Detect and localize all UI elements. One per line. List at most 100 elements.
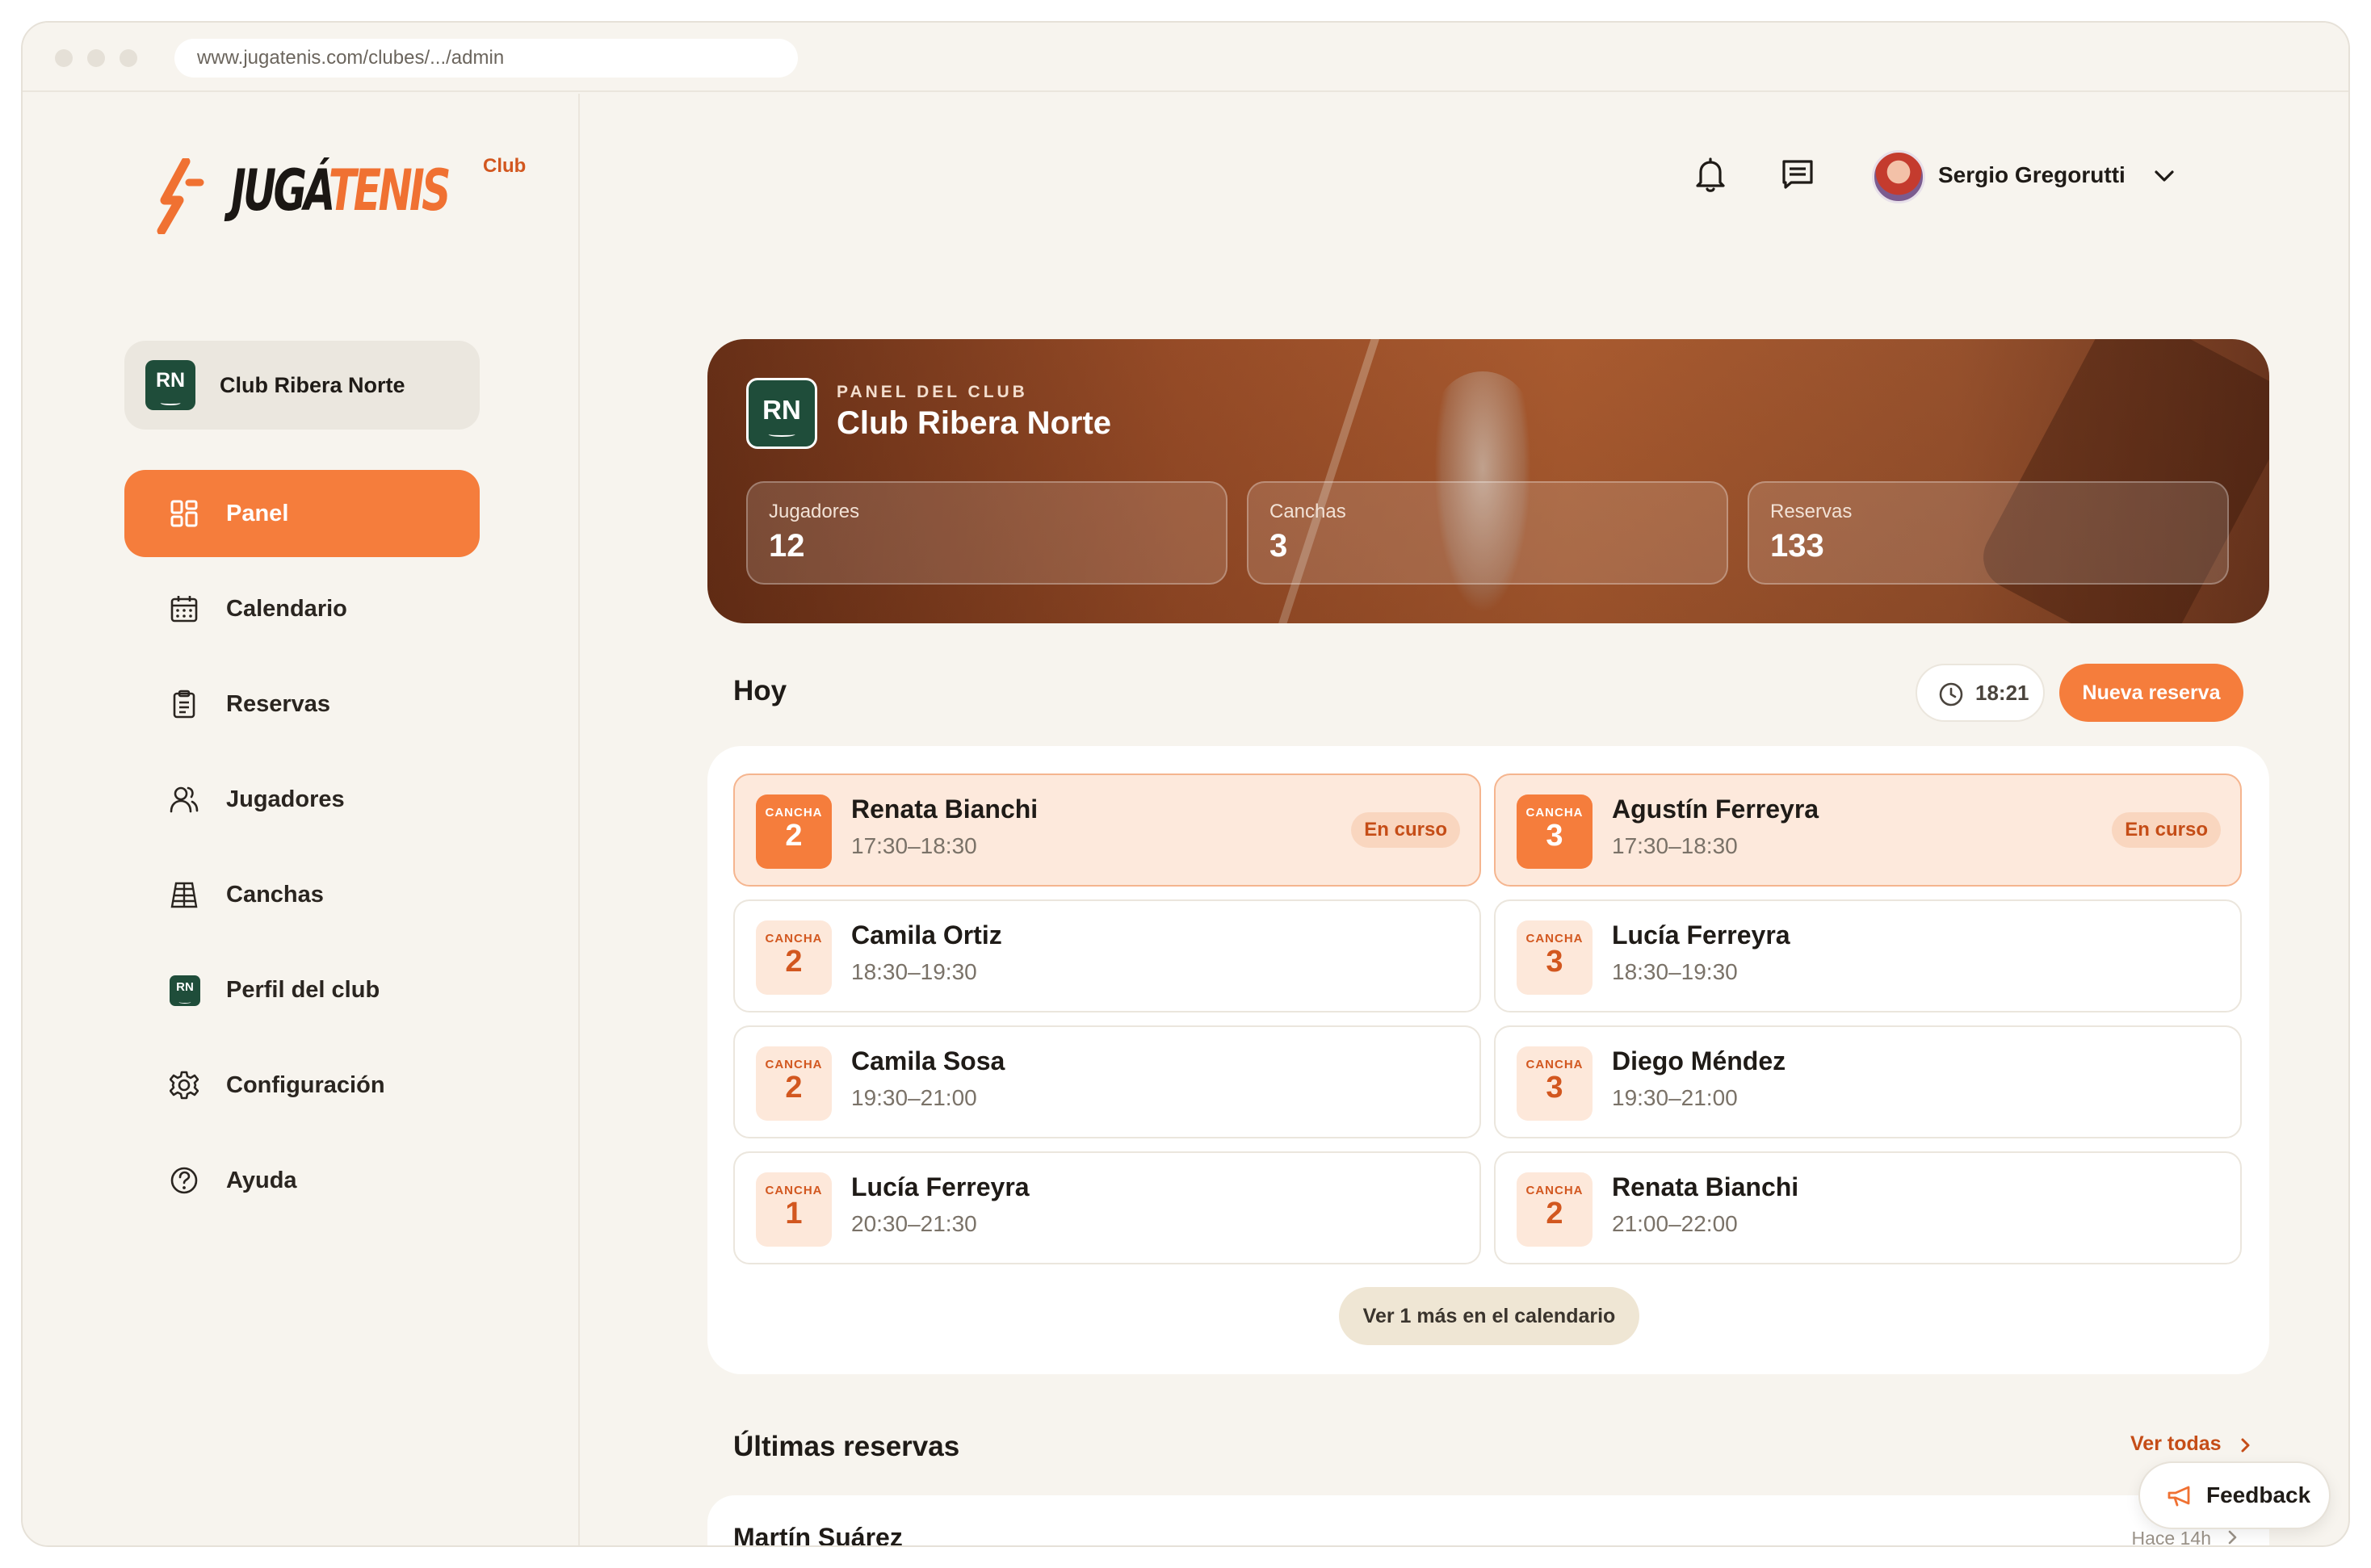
sidebar-item-configuracion[interactable]: Configuración xyxy=(124,1042,480,1129)
court-tag: CANCHA 2 xyxy=(756,794,832,869)
feedback-button[interactable]: Feedback xyxy=(2138,1461,2331,1529)
messages-button[interactable] xyxy=(1777,153,1819,195)
new-booking-button[interactable]: Nueva reserva xyxy=(2059,664,2243,722)
booking-player: Camila Ortiz xyxy=(851,920,1002,950)
booking-time: 18:30–19:30 xyxy=(1612,959,1738,984)
stat-card-jugadores[interactable]: Jugadores 12 xyxy=(746,481,1227,585)
sidebar-item-perfil-del-club[interactable]: RN Perfil del club xyxy=(124,946,480,1033)
booking-time: 19:30–21:00 xyxy=(1612,1085,1738,1110)
address-bar[interactable]: www.jugatenis.com/clubes/.../admin xyxy=(174,39,798,78)
window-close-dot[interactable] xyxy=(55,49,73,67)
stat-value: 3 xyxy=(1269,528,1288,564)
calendar-icon xyxy=(170,596,198,623)
booking-player: Diego Méndez xyxy=(1612,1046,1786,1075)
booking-card[interactable]: CANCHA 2 Camila Sosa 19:30–21:00 xyxy=(733,1025,1481,1138)
see-all-label: Ver todas xyxy=(2130,1432,2222,1455)
status-badge: En curso xyxy=(1351,812,1460,848)
sidebar-item-panel[interactable]: Panel xyxy=(124,470,480,557)
bell-icon xyxy=(1696,157,1725,192)
booking-card[interactable]: CANCHA 3 Lucía Ferreyra 18:30–19:30 xyxy=(1494,899,2242,1012)
main-content: Sergio Gregorutti RN PANEL DEL CLUB Club… xyxy=(581,94,2348,1547)
latest-booking-time: Hace 14h xyxy=(2131,1528,2211,1547)
window-minimize-dot[interactable] xyxy=(87,49,105,67)
booking-time: 17:30–18:30 xyxy=(851,833,977,858)
club-hero-banner: RN PANEL DEL CLUB Club Ribera Norte Juga… xyxy=(707,339,2269,623)
grid-icon xyxy=(170,500,198,527)
see-more-in-calendar-button[interactable]: Ver 1 más en el calendario xyxy=(1339,1287,1639,1345)
help-icon xyxy=(170,1167,198,1194)
hero-club-name: Club Ribera Norte xyxy=(837,405,1112,441)
see-all-link[interactable]: Ver todas xyxy=(2130,1432,2250,1456)
gear-icon xyxy=(170,1071,199,1100)
latest-bookings-title: Últimas reservas xyxy=(733,1431,960,1462)
sidebar-item-label: Ayuda xyxy=(226,1168,297,1193)
booking-player: Camila Sosa xyxy=(851,1046,1005,1075)
sidebar-item-calendario[interactable]: Calendario xyxy=(124,565,480,652)
window-zoom-dot[interactable] xyxy=(120,49,137,67)
booking-card[interactable]: CANCHA 1 Lucía Ferreyra 20:30–21:30 xyxy=(733,1151,1481,1264)
feedback-label: Feedback xyxy=(2206,1482,2311,1507)
sidebar-item-canchas[interactable]: Canchas xyxy=(124,851,480,938)
stat-card-canchas[interactable]: Canchas 3 xyxy=(1247,481,1728,585)
browser-window: www.jugatenis.com/clubes/.../admin JUGÁT… xyxy=(21,21,2350,1547)
chevron-down-icon[interactable] xyxy=(2153,166,2176,186)
court-icon xyxy=(170,882,198,908)
chevron-right-icon xyxy=(2228,1530,2237,1545)
today-title: Hoy xyxy=(733,675,787,706)
booking-card[interactable]: CANCHA 3 Agustín Ferreyra 17:30–18:30 En … xyxy=(1494,774,2242,887)
court-tag: CANCHA 1 xyxy=(756,1172,832,1247)
users-icon xyxy=(170,786,199,813)
booking-player: Lucía Ferreyra xyxy=(851,1172,1030,1201)
court-tag: CANCHA 3 xyxy=(1517,920,1593,995)
latest-booking-player: Martín Suárez xyxy=(733,1523,903,1547)
booking-card[interactable]: CANCHA 3 Diego Méndez 19:30–21:00 xyxy=(1494,1025,2242,1138)
court-tag: CANCHA 2 xyxy=(756,1046,832,1121)
logo-club-tag: Club xyxy=(483,155,527,177)
notifications-button[interactable] xyxy=(1689,153,1731,195)
stat-label: Jugadores xyxy=(769,501,860,522)
booking-card[interactable]: CANCHA 2 Renata Bianchi 21:00–22:00 xyxy=(1494,1151,2242,1264)
club-selector-name: Club Ribera Norte xyxy=(220,373,405,397)
sidebar-item-label: Configuración xyxy=(226,1072,385,1098)
latest-bookings-list: Martín Suárez Hace 14h xyxy=(707,1495,2269,1547)
booking-player: Renata Bianchi xyxy=(851,794,1039,824)
sidebar-item-reservas[interactable]: Reservas xyxy=(124,660,480,748)
court-tag: CANCHA 2 xyxy=(1517,1172,1593,1247)
current-time-pill: 18:21 xyxy=(1916,664,2045,722)
avatar[interactable] xyxy=(1872,150,1925,203)
sidebar-item-label: Reservas xyxy=(226,691,330,717)
clock-icon xyxy=(1939,682,1963,706)
booking-card[interactable]: CANCHA 2 Camila Ortiz 18:30–19:30 xyxy=(733,899,1481,1012)
stat-card-reservas[interactable]: Reservas 133 xyxy=(1748,481,2229,585)
stat-value: 133 xyxy=(1770,528,1824,564)
booking-time: 19:30–21:00 xyxy=(851,1085,977,1110)
sidebar-item-ayuda[interactable]: Ayuda xyxy=(124,1137,480,1224)
sidebar-item-label: Calendario xyxy=(226,596,347,622)
stat-label: Reservas xyxy=(1770,501,1853,522)
current-time: 18:21 xyxy=(1975,681,2029,705)
hero-eyebrow: PANEL DEL CLUB xyxy=(837,383,1028,401)
sidebar-item-jugadores[interactable]: Jugadores xyxy=(124,756,480,843)
court-tag: CANCHA 3 xyxy=(1517,794,1593,869)
sidebar-item-label: Jugadores xyxy=(226,786,345,812)
court-tag: CANCHA 2 xyxy=(756,920,832,995)
booking-time: 17:30–18:30 xyxy=(1612,833,1738,858)
club-selector[interactable]: RN Club Ribera Norte xyxy=(124,341,480,430)
club-badge-icon: RN xyxy=(170,975,200,1006)
booking-time: 21:00–22:00 xyxy=(1612,1211,1738,1236)
booking-player: Lucía Ferreyra xyxy=(1612,920,1790,950)
today-bookings-panel: CANCHA 2 Renata Bianchi 17:30–18:30 En cu… xyxy=(707,746,2269,1374)
user-name[interactable]: Sergio Gregorutti xyxy=(1938,158,2126,192)
clipboard-icon xyxy=(173,690,195,719)
sidebar-item-label: Panel xyxy=(226,501,289,526)
jugatenis-logo[interactable]: JUGÁTENIS Club xyxy=(153,144,527,234)
logo-wordmark: JUGÁTENIS xyxy=(231,157,451,224)
club-badge-icon: RN xyxy=(746,378,817,449)
bolt-icon xyxy=(157,158,204,234)
stat-label: Canchas xyxy=(1269,501,1346,522)
booking-card[interactable]: CANCHA 2 Renata Bianchi 17:30–18:30 En cu… xyxy=(733,774,1481,887)
booking-time: 20:30–21:30 xyxy=(851,1211,977,1236)
chevron-right-icon xyxy=(2241,1438,2250,1453)
megaphone-icon xyxy=(2167,1486,2190,1507)
sidebar-item-label: Canchas xyxy=(226,882,324,908)
